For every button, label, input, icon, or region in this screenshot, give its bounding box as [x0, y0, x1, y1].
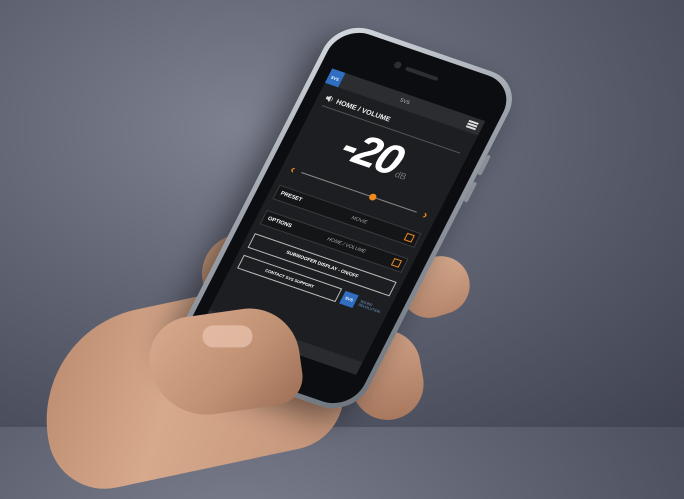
dropdown-box-icon — [403, 232, 415, 243]
brand-tagline: SOUND REVOLUTION — [357, 298, 382, 314]
volume-slider-knob[interactable] — [368, 192, 379, 201]
options-label: OPTIONS — [266, 215, 293, 230]
chevron-left-icon[interactable]: ‹ — [285, 161, 301, 177]
preset-label: PRESET — [279, 190, 303, 204]
hamburger-icon[interactable] — [465, 120, 479, 131]
front-camera — [392, 60, 403, 70]
volume-unit: dB — [393, 169, 409, 182]
svs-brand-logo: SVS — [339, 290, 360, 308]
speaker-icon — [324, 94, 336, 105]
earpiece-speaker — [404, 66, 439, 82]
chevron-right-icon[interactable]: › — [418, 207, 434, 223]
dropdown-box-icon — [390, 257, 403, 268]
thumbnail-nail — [202, 325, 253, 348]
